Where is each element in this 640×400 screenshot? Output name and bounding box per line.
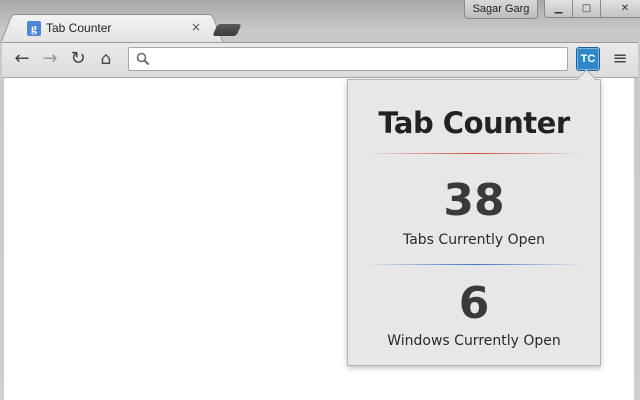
close-window-button[interactable]: ✕ bbox=[600, 0, 640, 18]
tabs-count: 38 bbox=[443, 175, 505, 226]
profile-button[interactable]: Sagar Garg bbox=[464, 0, 538, 19]
blue-divider bbox=[366, 264, 584, 265]
browser-tab[interactable]: g Tab Counter × bbox=[14, 14, 210, 43]
menu-icon[interactable]: ≡ bbox=[608, 47, 632, 71]
browser-toolbar: ← → ↻ ⌂ TC ≡ bbox=[2, 42, 638, 78]
reload-icon[interactable]: ↻ bbox=[66, 47, 90, 71]
forward-icon[interactable]: → bbox=[38, 47, 62, 71]
new-tab-button[interactable] bbox=[212, 24, 242, 36]
red-divider bbox=[366, 153, 584, 154]
tab-strip: g Tab Counter × Sagar Garg ▁ □ ✕ bbox=[0, 0, 640, 43]
google-favicon-icon: g bbox=[27, 21, 41, 36]
window-controls: ▁ □ ✕ bbox=[544, 0, 640, 18]
browser-window: g Tab Counter × Sagar Garg ▁ □ ✕ ← → ↻ ⌂ bbox=[0, 0, 640, 400]
tab-counter-extension-button[interactable]: TC bbox=[576, 47, 600, 71]
tab-close-icon[interactable]: × bbox=[189, 20, 203, 34]
tabs-caption: Tabs Currently Open bbox=[402, 232, 546, 248]
address-bar[interactable] bbox=[128, 47, 568, 71]
tab-title: Tab Counter bbox=[46, 21, 112, 35]
windows-count: 6 bbox=[458, 278, 490, 329]
maximize-button[interactable]: □ bbox=[572, 0, 601, 18]
extension-popup: Tab Counter 38 Tabs Currently Open 6 Win… bbox=[347, 79, 601, 366]
minimize-button[interactable]: ▁ bbox=[544, 0, 573, 18]
home-icon[interactable]: ⌂ bbox=[94, 47, 118, 71]
back-icon[interactable]: ← bbox=[10, 47, 34, 71]
windows-caption: Windows Currently Open bbox=[387, 333, 561, 349]
popup-title: Tab Counter bbox=[378, 106, 570, 140]
search-icon bbox=[135, 51, 151, 67]
